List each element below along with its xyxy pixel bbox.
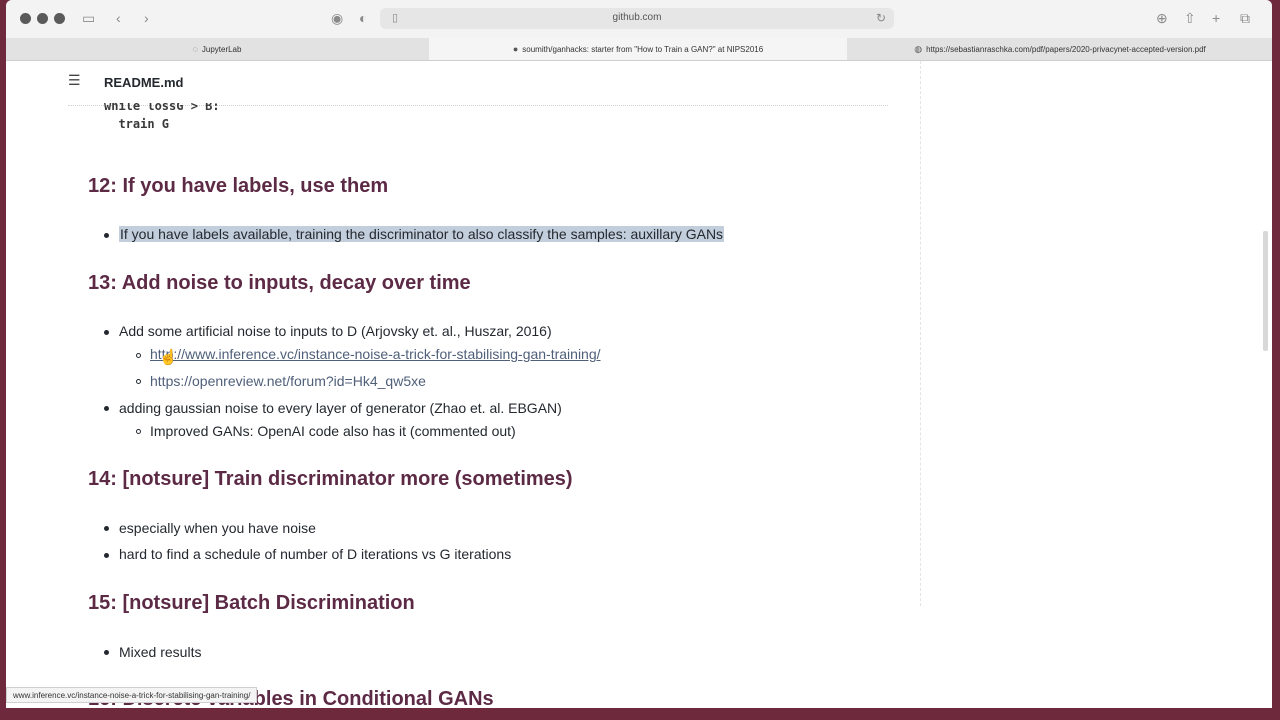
downloads-icon[interactable]: ⊕ [1156, 9, 1168, 27]
outline-list-icon[interactable]: ☰ [68, 72, 81, 89]
tab-label: https://sebastianraschka.com/pdf/papers/… [926, 45, 1206, 54]
link-openreview[interactable]: https://openreview.net/forum?id=Hk4_qw5x… [150, 373, 426, 389]
bullet-dot [104, 330, 109, 335]
sidebar-toggle-icon[interactable]: ▭ [82, 9, 95, 27]
mouse-cursor-icon: ☝ [159, 349, 178, 366]
scrollbar-thumb[interactable] [1263, 231, 1268, 351]
tab-pdf[interactable]: ◍ https://sebastianraschka.com/pdf/papers… [848, 38, 1272, 60]
address-bar[interactable]: ▯ github.com ↻ [380, 8, 894, 29]
content-divider [920, 61, 921, 606]
list-item: especially when you have noise [119, 520, 316, 536]
github-icon: ● [512, 44, 519, 54]
section-heading-15: 15: [notsure] Batch Discrimination [88, 592, 415, 614]
tab-overview-icon[interactable]: ⧉ [1240, 9, 1250, 27]
sub-bullet [136, 353, 141, 358]
tab-label: soumith/ganhacks: starter from "How to T… [522, 45, 764, 54]
browser-window: ▭ ‹ › ◉ ◐ ▯ github.com ↻ ⊕ ⇧ + ⧉ ◌ Jupyte… [6, 0, 1272, 708]
address-host: github.com [612, 12, 662, 23]
readme-content: ☰ README.md while lossG > B: train G 12:… [6, 61, 1272, 708]
reload-icon[interactable]: ↻ [876, 11, 886, 25]
forward-icon[interactable]: › [144, 9, 149, 27]
back-icon[interactable]: ‹ [116, 9, 121, 27]
maximize-window-button[interactable] [54, 13, 65, 24]
tab-jupyterlab[interactable]: ◌ JupyterLab [6, 38, 428, 60]
list-item: If you have labels available, training t… [119, 226, 725, 242]
sub-bullet [136, 429, 141, 434]
browser-toolbar: ▭ ‹ › ◉ ◐ ▯ github.com ↻ ⊕ ⇧ + ⧉ [6, 0, 1272, 38]
link-inference-vc[interactable]: http://www.inference.vc/instance-noise-a… [150, 346, 601, 362]
share-icon[interactable]: ⇧ [1184, 9, 1196, 27]
list-item: Mixed results [119, 644, 202, 660]
bullet-dot [104, 553, 109, 558]
list-item: hard to find a schedule of number of D i… [119, 546, 512, 562]
highlighted-text: If you have labels available, training t… [119, 226, 725, 242]
tab-bar: ◌ JupyterLab ● soumith/ganhacks: starter f… [6, 38, 1272, 61]
tab-ganhacks[interactable]: ● soumith/ganhacks: starter from "How to … [429, 38, 847, 60]
status-bar-url: www.inference.vc/instance-noise-a-trick-… [6, 687, 258, 703]
shield-icon[interactable]: ◐ [359, 9, 367, 27]
bullet-dot [104, 406, 109, 411]
jupyter-icon: ◌ [192, 44, 198, 54]
bullet-dot [104, 526, 109, 531]
new-tab-icon[interactable]: + [1212, 9, 1220, 27]
section-heading-14: 14: [notsure] Train discriminator more (… [88, 468, 573, 490]
readme-title: README.md [104, 75, 184, 90]
section-heading-12: 12: If you have labels, use them [88, 175, 389, 197]
globe-icon: ◍ [914, 44, 923, 54]
code-line: while lossG > B: [104, 99, 220, 113]
bullet-dot [104, 650, 109, 655]
privacy-report-icon[interactable]: ◉ [331, 9, 343, 27]
close-window-button[interactable] [20, 13, 31, 24]
code-line: train G [104, 117, 170, 131]
list-item: adding gaussian noise to every layer of … [119, 400, 562, 416]
section-heading-13: 13: Add noise to inputs, decay over time [88, 272, 471, 294]
tab-label: JupyterLab [201, 45, 242, 54]
minimize-window-button[interactable] [37, 13, 48, 24]
list-item: Improved GANs: OpenAI code also has it (… [150, 423, 516, 439]
list-item: Add some artificial noise to inputs to D… [119, 323, 552, 339]
bullet-dot [104, 233, 109, 238]
sub-bullet [136, 379, 141, 384]
